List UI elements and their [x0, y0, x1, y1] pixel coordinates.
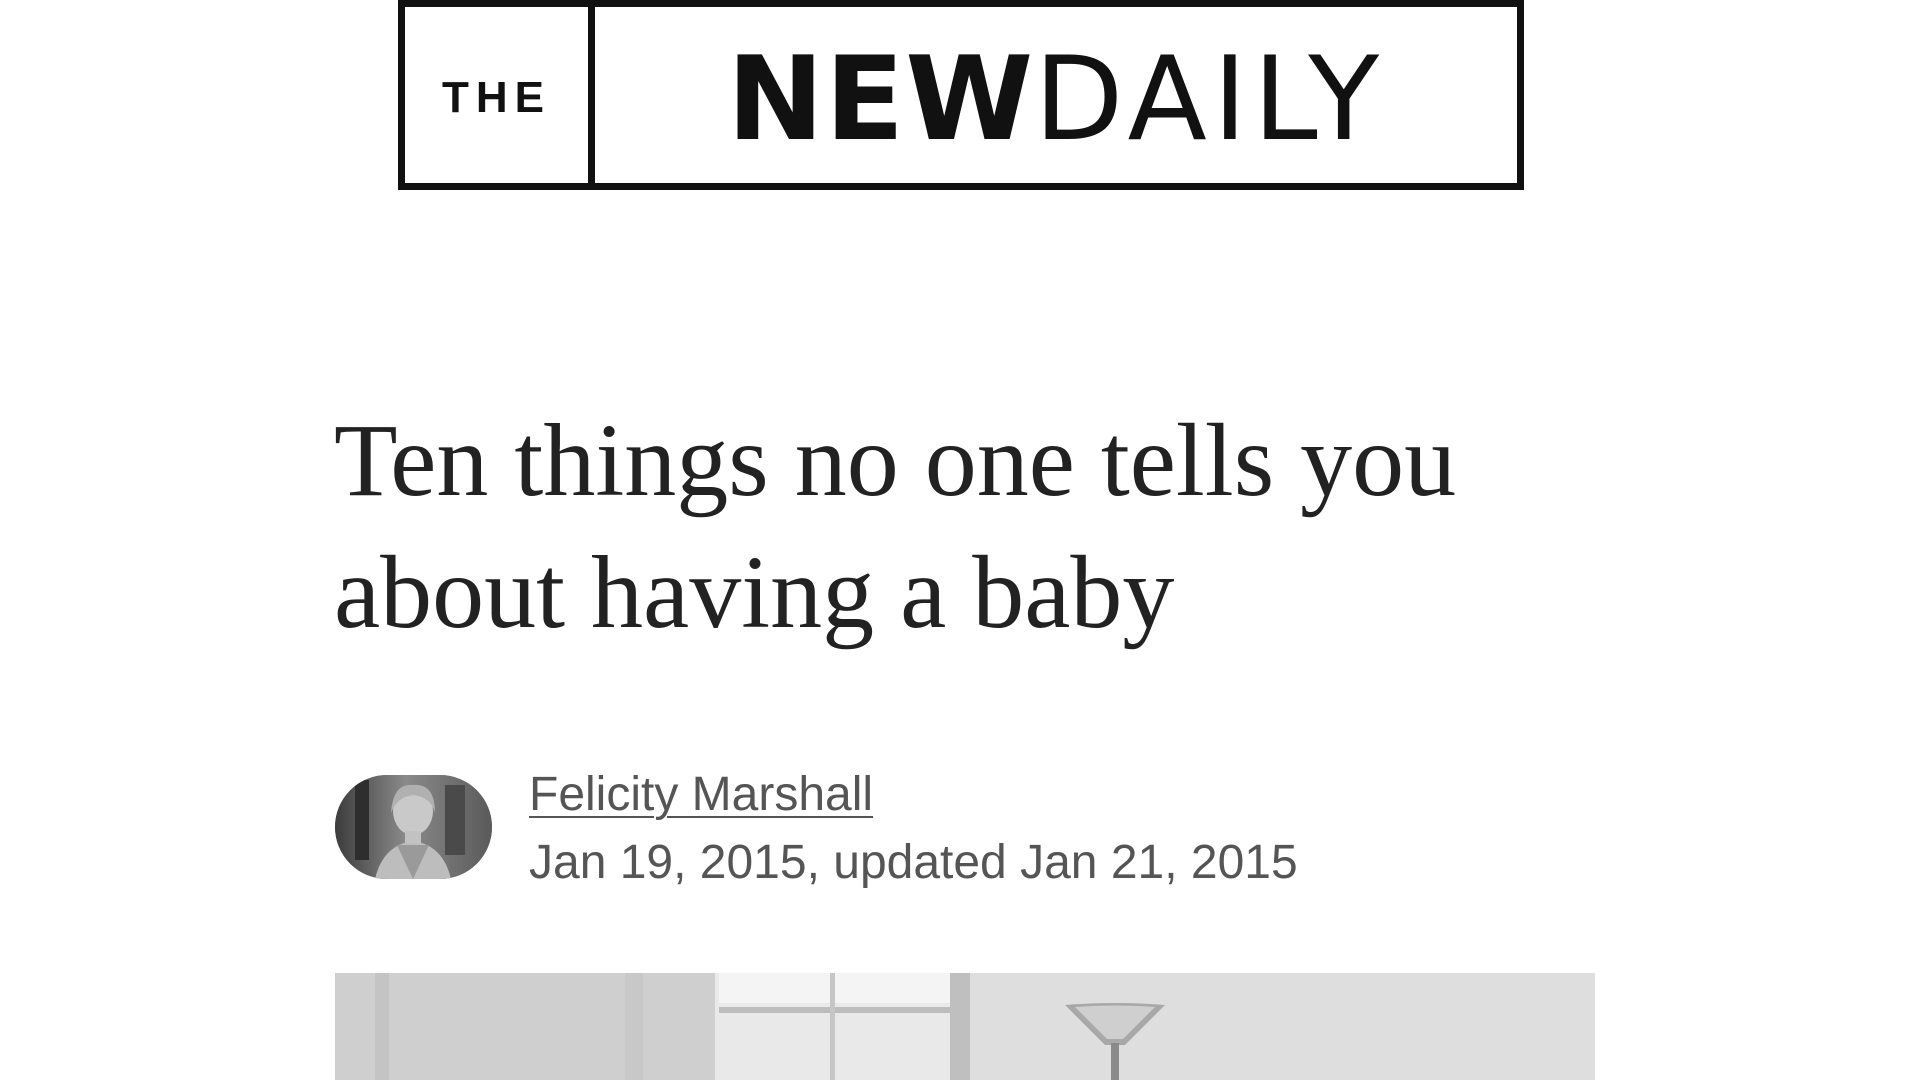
author-name-link[interactable]: Felicity Marshall	[529, 765, 873, 825]
logo-wordmark: NEW DAILY	[595, 7, 1517, 183]
hero-photo	[335, 973, 1595, 1080]
headline-line-2: about having a baby	[334, 535, 1175, 650]
article-page: THE NEW DAILY Ten things no one tells you…	[0, 0, 1920, 1080]
logo-new-text: NEW	[726, 31, 1035, 167]
logo-daily-text: DAILY	[1034, 31, 1386, 167]
article-headline: Ten things no one tells you about having…	[334, 395, 1624, 659]
author-avatar[interactable]	[335, 775, 492, 879]
headline-line-1: Ten things no one tells you	[334, 403, 1457, 518]
logo-the-text: THE	[405, 7, 595, 183]
site-logo[interactable]: THE NEW DAILY	[398, 0, 1524, 190]
hero-image	[335, 973, 1595, 1080]
publish-dates: Jan 19, 2015, updated Jan 21, 2015	[529, 836, 1298, 889]
author-photo	[335, 775, 492, 879]
